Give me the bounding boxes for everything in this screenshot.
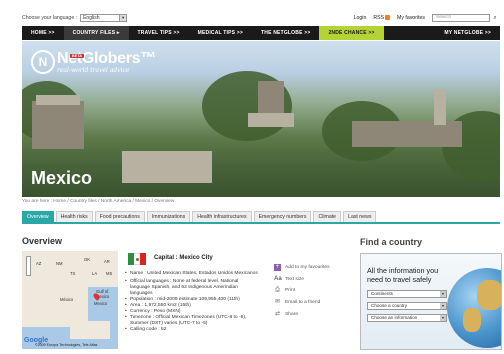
tab-health-risks[interactable]: Health risks [55, 211, 93, 222]
share-icon: ⇄ [274, 310, 281, 317]
map-land-usa [22, 251, 118, 287]
page-tools: + Add to my favourites Aa Text size ⎙ Pr… [274, 262, 352, 320]
fact-item: Official languages : None at federal lev… [124, 279, 259, 297]
login-link[interactable]: Login [354, 15, 367, 21]
nav-medical-tips[interactable]: MEDICAL TIPS >> [189, 26, 252, 40]
find-country-panel: All the information you need to travel s… [360, 253, 502, 350]
temple-roof [36, 95, 80, 105]
nav-the-netglobe[interactable]: THE NETGLOBE >> [252, 26, 319, 40]
pyramid-base [248, 113, 294, 127]
chevron-down-icon: ▼ [440, 303, 446, 309]
tool-label: Text size [285, 276, 305, 282]
select-value: Continents [371, 291, 393, 296]
map-label: MS [106, 271, 113, 276]
select-value: Choose a country [371, 303, 408, 308]
hero-banner: N NetGlobers™ real-world travel advice B… [22, 41, 500, 197]
globe-logo-icon: N [31, 50, 55, 74]
continent-select[interactable]: Continents ▼ [367, 290, 447, 298]
overview-heading: Overview [22, 236, 63, 246]
tool-label: Print [285, 288, 296, 294]
share-button[interactable]: ⇄ Share [274, 308, 352, 320]
language-select[interactable]: English ▼ [80, 13, 128, 22]
country-facts: Name : United Mexican States, Estados Un… [124, 271, 259, 333]
palace-ruin [122, 151, 212, 183]
email-icon: ✉ [274, 299, 281, 306]
find-country-heading: Find a country [360, 237, 423, 247]
language-value: English [83, 14, 100, 21]
rss-link[interactable]: RSS [373, 14, 391, 21]
fact-item: Name : United Mexican States, Estados Un… [124, 271, 259, 277]
rss-label: RSS [373, 14, 385, 21]
select-value: Choose an information [371, 315, 418, 320]
temple-ruin [32, 101, 84, 149]
beta-badge: BETA [70, 54, 85, 58]
tab-emergency-numbers[interactable]: Emergency numbers [253, 211, 312, 222]
nav-home[interactable]: HOME >> [22, 26, 64, 40]
map-zoom-control[interactable] [26, 256, 31, 276]
nav-country-files[interactable]: COUNTRY FILES ▸ [63, 26, 129, 40]
favorites-link[interactable]: My favorites [397, 15, 425, 21]
email-friend-button[interactable]: ✉ Email to a friend [274, 297, 352, 309]
print-button[interactable]: ⎙ Print [274, 285, 352, 297]
fact-item: Calling code : 52 [124, 327, 259, 333]
information-select[interactable]: Choose an information ▼ [367, 314, 447, 322]
tool-label: Add to my favourites [285, 265, 330, 271]
country-select[interactable]: Choose a country ▼ [367, 302, 447, 310]
logo-name: NetGlobers™ [57, 49, 156, 67]
chevron-down-icon: ▼ [119, 14, 127, 21]
language-label: Choose your language : [22, 14, 78, 21]
plus-icon: + [274, 264, 281, 272]
main-nav: HOME >> COUNTRY FILES ▸ TRAVEL TIPS >> M… [22, 26, 500, 40]
chevron-down-icon: ▼ [440, 291, 446, 297]
nav-my-netglobe[interactable]: MY NETGLOBE >> [435, 26, 500, 40]
tab-overview[interactable]: Overview [22, 211, 54, 222]
search-input[interactable]: Search [432, 13, 490, 22]
country-title: Mexico [31, 168, 93, 188]
utility-bar: Choose your language : English ▼ Login R… [22, 12, 500, 23]
map-label: México [60, 297, 74, 302]
tool-label: Share [285, 311, 299, 317]
globe-icon [447, 268, 501, 348]
nav-2nde-chance[interactable]: 2NDE CHANCE >> [319, 26, 384, 40]
map-label: AZ [36, 261, 42, 266]
map-label: LA [92, 271, 98, 276]
tab-last-news[interactable]: Last news [343, 211, 377, 222]
netglobers-logo[interactable]: N NetGlobers™ real-world travel advice B… [31, 50, 156, 74]
text-size-button[interactable]: Aa Text size [274, 274, 352, 286]
map-label: Mexico [94, 301, 108, 306]
map-label: AR [104, 259, 110, 264]
tower-ruin [434, 89, 446, 125]
mexico-flag-icon [128, 253, 146, 265]
tab-climate[interactable]: Climate [313, 211, 342, 222]
nav-travel-tips[interactable]: TRAVEL TIPS >> [129, 26, 189, 40]
rss-icon [385, 14, 391, 20]
logo-tagline: real-world travel advice [57, 66, 130, 74]
print-icon: ⎙ [275, 287, 280, 294]
chevron-down-icon: ▼ [440, 315, 446, 321]
map-label: NM [56, 261, 63, 266]
fact-item: Timezone : Official Mexican Timezones (U… [124, 315, 259, 327]
add-favourites-button[interactable]: + Add to my favourites [274, 262, 352, 274]
capital-text: Capital : Mexico City [154, 255, 213, 261]
text-size-icon: Aa [274, 275, 282, 282]
find-country-text: All the information you need to travel s… [367, 266, 439, 284]
country-tabs: Overview Health risks Food precautions I… [22, 211, 500, 224]
map-label: TX [70, 271, 76, 276]
tool-label: Email to a friend [285, 300, 321, 306]
utility-links: Login RSS My favorites Search ⌕ [354, 13, 500, 22]
breadcrumb[interactable]: You are here : Home / Country files / No… [22, 199, 174, 204]
map-label: OK [84, 257, 91, 262]
tab-health-infrastructures[interactable]: Health infrastructures [192, 211, 252, 222]
search-icon[interactable]: ⌕ [490, 14, 500, 22]
country-map[interactable]: AZ NM TX OK AR LA MS Gulf of Mexico Méxi… [22, 251, 118, 349]
map-land-yucatan [70, 321, 110, 339]
tab-food-precautions[interactable]: Food precautions [94, 211, 145, 222]
tab-immunizations[interactable]: Immunizations [146, 211, 191, 222]
map-attribution: ©2009 Europa Technologies, Tele Atlas [35, 343, 98, 347]
